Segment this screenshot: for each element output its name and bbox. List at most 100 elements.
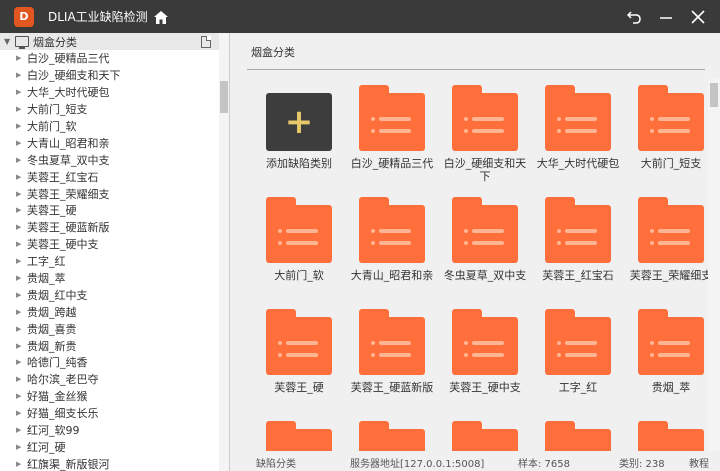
tree-item[interactable]: ▶ 大华_大时代硬包: [0, 84, 229, 101]
tree-item[interactable]: ▶ 贵烟_新贵: [0, 337, 229, 354]
tree-item[interactable]: ▶ 工字_红: [0, 253, 229, 270]
tree-item[interactable]: ▶ 好猫_金丝猴: [0, 388, 229, 405]
category-folder[interactable]: 白沙_硬精品三代: [346, 85, 438, 170]
tree-item[interactable]: ▶ 芙蓉王_荣耀细支: [0, 185, 229, 202]
tree-item[interactable]: ▶ 贵烟_喜贵: [0, 320, 229, 337]
expand-caret-icon[interactable]: ▶: [16, 342, 27, 350]
category-folder[interactable]: 冬虫夏草_双中支: [439, 197, 531, 282]
expand-caret-icon[interactable]: ▶: [16, 392, 27, 400]
tree-item[interactable]: ▶ 好猫_细支长乐: [0, 405, 229, 422]
tree-item[interactable]: ▶ 芙蓉王_红宝石: [0, 168, 229, 185]
folder-icon: [452, 309, 518, 375]
tree-item-label: 贵烟_萃: [27, 272, 66, 286]
category-folder[interactable]: 大华_大时代硬包: [532, 85, 624, 170]
tree-item[interactable]: ▶ 贵烟_红中支: [0, 286, 229, 303]
expand-caret-icon[interactable]: ▶: [16, 291, 27, 299]
expand-caret-icon[interactable]: ▶: [16, 257, 27, 265]
expand-caret-icon[interactable]: ▶: [16, 173, 27, 181]
category-folder[interactable]: 大青山_昭君和亲: [346, 197, 438, 282]
tree-item[interactable]: ▶ 芙蓉王_硬中支: [0, 236, 229, 253]
main-scrollbar[interactable]: [708, 79, 720, 451]
tree-item[interactable]: ▶ 冬虫夏草_双中支: [0, 151, 229, 168]
category-folder[interactable]: [532, 421, 624, 451]
status-samples: 样本: 7658: [518, 459, 570, 470]
expand-caret-icon[interactable]: ▶: [16, 54, 27, 62]
expand-caret-icon[interactable]: ▶: [16, 139, 27, 147]
category-folder[interactable]: 芙蓉王_红宝石: [532, 197, 624, 282]
expand-caret-icon[interactable]: ▶: [16, 460, 27, 468]
category-folder[interactable]: [346, 421, 438, 451]
expand-caret-icon[interactable]: ▶: [16, 375, 27, 383]
category-folder[interactable]: 芙蓉王_荣耀细支: [625, 197, 717, 282]
tree-item[interactable]: ▶ 红旗渠_新版银河: [0, 455, 229, 471]
expand-caret-icon[interactable]: ▶: [16, 409, 27, 417]
expand-caret-icon[interactable]: ▶: [16, 308, 27, 316]
new-file-icon[interactable]: [201, 36, 211, 48]
tree-item[interactable]: ▶ 贵烟_萃: [0, 270, 229, 287]
tree-item[interactable]: ▶ 白沙_硬细支和天下: [0, 67, 229, 84]
tree-item-label: 白沙_硬细支和天下: [27, 69, 121, 83]
tree-item-label: 好猫_金丝猴: [27, 390, 88, 404]
expand-caret-icon[interactable]: ▶: [16, 122, 27, 130]
tree-scroll-thumb[interactable]: [220, 81, 228, 113]
tree-item[interactable]: ▶ 红河_软99: [0, 422, 229, 439]
tree-item-label: 芙蓉王_硬中支: [27, 238, 99, 252]
expand-caret-icon[interactable]: ▶: [16, 105, 27, 113]
add-category-button[interactable]: + 添加缺陷类别: [253, 85, 345, 170]
folder-view: 烟盒分类 + 添加缺陷类别 白沙_硬精品三代 白沙_硬细支和天下 大华_大时代硬包 大前门…: [241, 33, 720, 451]
expand-caret-icon[interactable]: ▶: [16, 156, 27, 164]
expand-caret-icon[interactable]: ▶: [16, 443, 27, 451]
minimize-icon[interactable]: [652, 5, 680, 29]
expand-caret-icon[interactable]: ▶: [16, 426, 27, 434]
tree-item[interactable]: ▶ 芙蓉王_硬: [0, 202, 229, 219]
tree-root-label: 烟盒分类: [33, 35, 77, 49]
folder-icon: [452, 421, 518, 451]
tree-item-label: 哈德门_纯香: [27, 356, 88, 370]
tree-item[interactable]: ▶ 大前门_软: [0, 118, 229, 135]
collapse-caret-icon[interactable]: ▼: [4, 37, 14, 46]
folder-icon: [359, 421, 425, 451]
category-folder[interactable]: 大前门_软: [253, 197, 345, 282]
tree-scrollbar[interactable]: [219, 33, 229, 471]
tree-item[interactable]: ▶ 大青山_昭君和亲: [0, 134, 229, 151]
folder-icon: [359, 85, 425, 151]
category-folder[interactable]: [625, 421, 717, 451]
tree-item[interactable]: ▶ 大前门_短支: [0, 101, 229, 118]
category-folder[interactable]: 芙蓉王_硬中支: [439, 309, 531, 394]
category-folder[interactable]: 芙蓉王_硬: [253, 309, 345, 394]
close-icon[interactable]: [684, 5, 712, 29]
expand-caret-icon[interactable]: ▶: [16, 88, 27, 96]
tree-item[interactable]: ▶ 红河_硬: [0, 438, 229, 455]
folder-label: 冬虫夏草_双中支: [443, 269, 527, 282]
expand-caret-icon[interactable]: ▶: [16, 190, 27, 198]
expand-caret-icon[interactable]: ▶: [16, 274, 27, 282]
folder-icon: [266, 309, 332, 375]
category-folder[interactable]: 工字_红: [532, 309, 624, 394]
app-logo: D: [14, 6, 34, 27]
tree-item[interactable]: ▶ 哈尔滨_老巴夺: [0, 371, 229, 388]
main-scroll-thumb[interactable]: [710, 83, 718, 107]
expand-caret-icon[interactable]: ▶: [16, 358, 27, 366]
expand-caret-icon[interactable]: ▶: [16, 223, 27, 231]
tree-item[interactable]: ▶ 芙蓉王_硬蓝新版: [0, 219, 229, 236]
category-folder[interactable]: [439, 421, 531, 451]
expand-caret-icon[interactable]: ▶: [16, 325, 27, 333]
category-folder[interactable]: [253, 421, 345, 451]
back-icon[interactable]: [620, 5, 648, 29]
home-icon[interactable]: [151, 7, 171, 27]
tree-root[interactable]: ▼ 烟盒分类: [0, 33, 229, 50]
category-folder[interactable]: 芙蓉王_硬蓝新版: [346, 309, 438, 394]
tree-item[interactable]: ▶ 贵烟_跨越: [0, 303, 229, 320]
expand-caret-icon[interactable]: ▶: [16, 240, 27, 248]
folder-label: 工字_红: [558, 381, 598, 394]
folder-icon: [266, 197, 332, 263]
category-folder[interactable]: 白沙_硬细支和天下: [439, 85, 531, 183]
expand-caret-icon[interactable]: ▶: [16, 206, 27, 214]
tree-item[interactable]: ▶ 白沙_硬精品三代: [0, 50, 229, 67]
category-folder[interactable]: 大前门_短支: [625, 85, 717, 170]
category-folder[interactable]: 贵烟_萃: [625, 309, 717, 394]
expand-caret-icon[interactable]: ▶: [16, 71, 27, 79]
folder-icon: [452, 197, 518, 263]
status-tutorial[interactable]: 教程: [689, 455, 709, 470]
tree-item[interactable]: ▶ 哈德门_纯香: [0, 354, 229, 371]
